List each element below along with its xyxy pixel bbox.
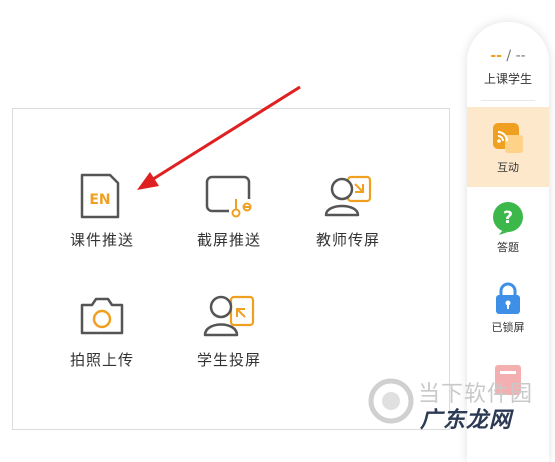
sidebar-item-label: 已锁屏 (491, 321, 525, 334)
student-screen-cast-icon (203, 295, 255, 337)
tool-label: 课件推送 (69, 231, 134, 249)
sidebar-item-lock[interactable]: 已锁屏 (467, 267, 549, 347)
sidebar-item-label: 互动 (497, 161, 519, 174)
tool-label: 教师传屏 (315, 231, 380, 249)
screenshot-scissors-icon (205, 175, 252, 221)
count-total: -- (515, 48, 526, 64)
student-screen-cast-button[interactable]: 学生投屏 (174, 291, 284, 370)
count-label: 上课学生 (483, 72, 532, 86)
tool-label: 学生投屏 (196, 351, 261, 369)
sidebar-item-label: 答题 (497, 241, 519, 254)
lock-icon (496, 282, 520, 314)
courseware-en-icon: EN (80, 173, 120, 219)
courseware-push-button[interactable]: EN 课件推送 (47, 171, 157, 250)
count-current: -- (490, 48, 502, 64)
svg-text:?: ? (503, 208, 513, 228)
camera-icon (80, 297, 124, 335)
watermark-text-2: 广东龙网 (420, 408, 513, 433)
photo-upload-button[interactable]: 拍照上传 (47, 291, 157, 370)
sidebar-item-interact[interactable]: 互动 (467, 107, 549, 187)
teacher-screen-share-button[interactable]: 教师传屏 (293, 171, 403, 250)
tool-label: 拍照上传 (69, 351, 134, 369)
screenshot-push-button[interactable]: 截屏推送 (174, 171, 284, 250)
answer-question-icon: ? (493, 202, 523, 235)
student-count: -- / -- (467, 48, 549, 64)
sidebar-item-answer[interactable]: ? 答题 (467, 187, 549, 267)
en-badge: EN (89, 192, 110, 208)
count-separator: / (501, 48, 516, 64)
watermark-logo-icon (368, 378, 414, 424)
divider (481, 100, 535, 101)
interact-icon (493, 123, 523, 153)
tool-label: 截屏推送 (196, 231, 261, 249)
teacher-screen-share-icon (324, 175, 372, 217)
